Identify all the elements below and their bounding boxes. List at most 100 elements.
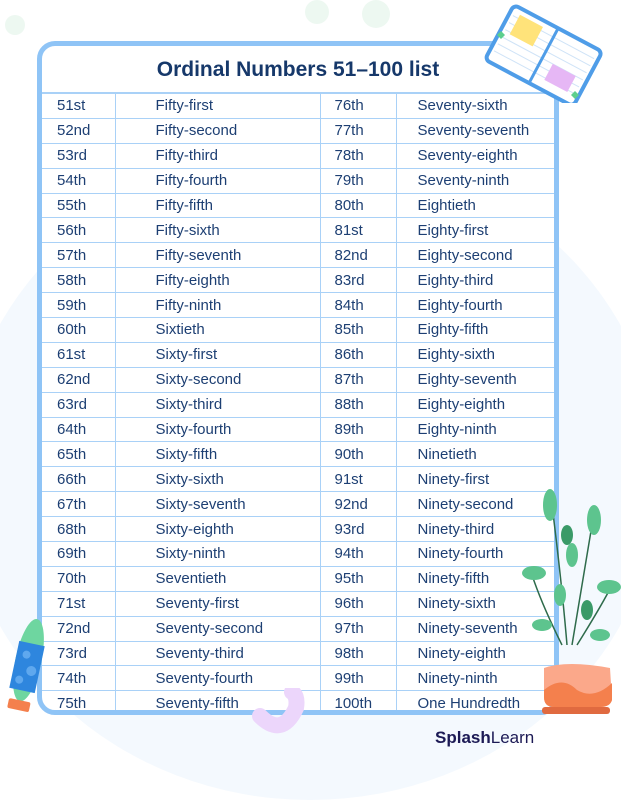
ordinal-word-cell: Sixty-seventh <box>115 491 321 518</box>
ordinal-word-cell: Ninetieth <box>396 441 554 468</box>
ordinal-word-cell: Seventy-seventh <box>396 118 554 144</box>
ordinal-word-cell: Eighty-third <box>396 267 554 294</box>
decorative-dot <box>305 0 329 24</box>
rocket-icon <box>7 618 45 712</box>
ordinal-cell: 78th <box>320 143 397 169</box>
table-row: 55th Fifty-fifth 80th Eightieth <box>42 193 554 219</box>
ordinal-word-cell: Eighty-fourth <box>396 292 554 319</box>
ordinal-word-cell: Eighty-ninth <box>396 417 554 443</box>
ordinal-word-cell: Eighty-first <box>396 217 554 244</box>
ordinal-cell: 62nd <box>42 367 116 393</box>
ordinal-word-cell: Seventy-second <box>115 616 321 642</box>
ordinal-cell: 51st <box>42 94 116 119</box>
ordinal-word-cell: Fifty-fifth <box>115 193 321 219</box>
swirl-icon <box>252 688 305 734</box>
ordinal-cell: 63rd <box>42 392 116 418</box>
ordinal-word-cell: Sixty-sixth <box>115 466 321 493</box>
ordinal-word-cell: Eighty-seventh <box>396 367 554 393</box>
ordinal-word-cell: Sixty-second <box>115 367 321 393</box>
ordinal-cell: 94th <box>320 541 397 567</box>
ordinal-cell: 53rd <box>42 143 116 169</box>
decorative-dot <box>362 0 390 28</box>
ordinal-cell: 68th <box>42 516 116 543</box>
ordinal-cell: 83rd <box>320 267 397 294</box>
ordinal-cell: 93rd <box>320 516 397 543</box>
table-row: 73rd Seventy-third 98th Ninety-eighth <box>42 641 554 667</box>
table-row: 72nd Seventy-second 97th Ninety-seventh <box>42 616 554 642</box>
ordinal-cell: 91st <box>320 466 397 493</box>
page-title: Ordinal Numbers 51–100 list <box>42 46 554 94</box>
notebook-icon <box>484 4 603 103</box>
ordinal-cell: 84th <box>320 292 397 319</box>
table-row: 59th Fifty-ninth 84th Eighty-fourth <box>42 292 554 319</box>
ordinal-cell: 74th <box>42 665 116 692</box>
ordinal-word-cell: Sixty-first <box>115 342 321 368</box>
ordinal-cell: 71st <box>42 591 116 617</box>
table-row: 61st Sixty-first 86th Eighty-sixth <box>42 342 554 368</box>
ordinal-cell: 54th <box>42 168 116 194</box>
table-row: 56th Fifty-sixth 81st Eighty-first <box>42 217 554 244</box>
ordinal-cell: 90th <box>320 441 397 468</box>
ordinal-word-cell: Eighty-sixth <box>396 342 554 368</box>
table-row: 51st Fifty-first 76th Seventy-sixth <box>42 94 554 119</box>
table-row: 67th Sixty-seventh 92nd Ninety-second <box>42 491 554 518</box>
ordinal-word-cell: Eighty-second <box>396 242 554 269</box>
table-row: 66th Sixty-sixth 91st Ninety-first <box>42 466 554 493</box>
splashlearn-logo: SplashLearn <box>435 728 534 748</box>
ordinal-cell: 79th <box>320 168 397 194</box>
brand-bold: Splash <box>435 728 491 747</box>
table-row: 65th Sixty-fifth 90th Ninetieth <box>42 441 554 468</box>
table-row: 63rd Sixty-third 88th Eighty-eighth <box>42 392 554 418</box>
table-row: 54th Fifty-fourth 79th Seventy-ninth <box>42 168 554 194</box>
ordinal-word-cell: Seventy-first <box>115 591 321 617</box>
ordinal-table-card: Ordinal Numbers 51–100 list 51st Fifty-fi… <box>37 41 559 715</box>
ordinal-cell: 82nd <box>320 242 397 269</box>
ordinal-word-cell: Fifty-eighth <box>115 267 321 294</box>
ordinal-word-cell: Fifty-sixth <box>115 217 321 244</box>
ordinal-word-cell: Eighty-fifth <box>396 317 554 343</box>
ordinal-table: 51st Fifty-first 76th Seventy-sixth 52nd Fift… <box>42 94 554 710</box>
table-row: 70th Seventieth 95th Ninety-fifth <box>42 566 554 592</box>
table-row: 64th Sixty-fourth 89th Eighty-ninth <box>42 417 554 443</box>
ordinal-cell: 67th <box>42 491 116 518</box>
table-row: 68th Sixty-eighth 93rd Ninety-third <box>42 516 554 543</box>
ordinal-cell: 77th <box>320 118 397 144</box>
ordinal-cell: 96th <box>320 591 397 617</box>
ordinal-cell: 85th <box>320 317 397 343</box>
table-row: 58th Fifty-eighth 83rd Eighty-third <box>42 267 554 294</box>
table-row: 62nd Sixty-second 87th Eighty-seventh <box>42 367 554 393</box>
ordinal-word-cell: Fifty-ninth <box>115 292 321 319</box>
ordinal-cell: 86th <box>320 342 397 368</box>
ordinal-cell: 76th <box>320 94 397 119</box>
ordinal-word-cell: Fifty-seventh <box>115 242 321 269</box>
ordinal-cell: 55th <box>42 193 116 219</box>
ordinal-cell: 81st <box>320 217 397 244</box>
ordinal-cell: 52nd <box>42 118 116 144</box>
ordinal-cell: 58th <box>42 267 116 294</box>
ordinal-word-cell: Sixty-fifth <box>115 441 321 468</box>
ordinal-word-cell: Fifty-fourth <box>115 168 321 194</box>
ordinal-word-cell: Eighty-eighth <box>396 392 554 418</box>
ordinal-cell: 98th <box>320 641 397 667</box>
ordinal-word-cell: Fifty-second <box>115 118 321 144</box>
ordinal-word-cell: Sixty-third <box>115 392 321 418</box>
ordinal-word-cell: Seventy-ninth <box>396 168 554 194</box>
ordinal-cell: 66th <box>42 466 116 493</box>
ordinal-cell: 88th <box>320 392 397 418</box>
ordinal-cell: 89th <box>320 417 397 443</box>
ordinal-cell: 100th <box>320 690 397 710</box>
ordinal-cell: 64th <box>42 417 116 443</box>
table-row: 53rd Fifty-third 78th Seventy-eighth <box>42 143 554 169</box>
table-row: 57th Fifty-seventh 82nd Eighty-second <box>42 242 554 269</box>
ordinal-word-cell: Seventieth <box>115 566 321 592</box>
ordinal-cell: 65th <box>42 441 116 468</box>
brand-light: Learn <box>490 728 535 747</box>
decorative-dot <box>5 15 25 35</box>
ordinal-word-cell: Seventy-third <box>115 641 321 667</box>
ordinal-word-cell: Sixty-fourth <box>115 417 321 443</box>
ordinal-cell: 95th <box>320 566 397 592</box>
ordinal-cell: 72nd <box>42 616 116 642</box>
table-row: 71st Seventy-first 96th Ninety-sixth <box>42 591 554 617</box>
ordinal-cell: 87th <box>320 367 397 393</box>
ordinal-cell: 69th <box>42 541 116 567</box>
